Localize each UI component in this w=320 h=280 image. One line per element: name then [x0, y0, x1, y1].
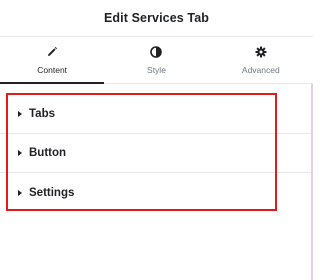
section-settings[interactable]: Settings [0, 173, 313, 212]
panel-header: Edit Services Tab [0, 0, 313, 37]
tab-style-label: Style [147, 65, 166, 75]
section-list: Tabs Button Settings [0, 95, 313, 212]
panel-tabs: Content Style Advanced [0, 37, 313, 84]
tab-advanced[interactable]: Advanced [209, 37, 313, 83]
tab-advanced-label: Advanced [241, 65, 280, 75]
tab-content-label: Content [37, 65, 68, 75]
editor-panel: Edit Services Tab Content Style Advanced… [0, 0, 313, 280]
tab-style[interactable]: Style [104, 37, 208, 83]
section-tabs-label: Tabs [29, 108, 55, 120]
caret-right-icon [18, 189, 22, 196]
tab-content[interactable]: Content [0, 37, 105, 84]
gear-icon [254, 45, 268, 59]
section-tabs[interactable]: Tabs [0, 95, 313, 134]
caret-right-icon [18, 111, 22, 117]
caret-right-icon [18, 150, 22, 156]
section-settings-label: Settings [29, 186, 75, 199]
contrast-icon [149, 45, 163, 59]
section-button[interactable]: Button [0, 134, 313, 173]
panel-title: Edit Services Tab [104, 11, 209, 25]
panel-edge [311, 84, 313, 280]
section-button-label: Button [29, 147, 67, 159]
pencil-icon [45, 45, 59, 59]
